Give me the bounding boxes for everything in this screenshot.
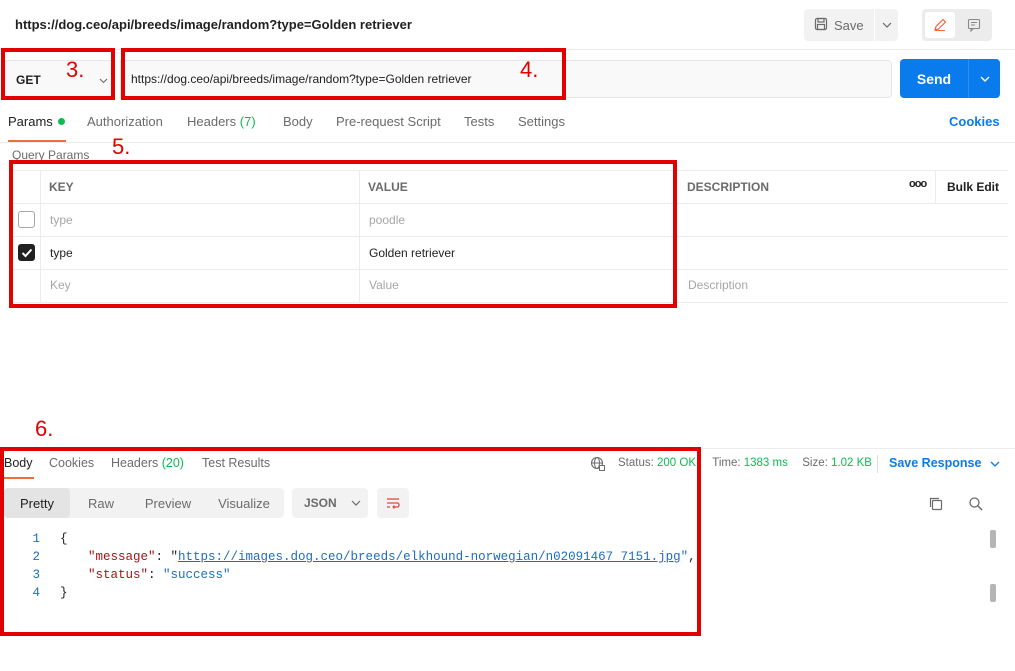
divider xyxy=(0,142,1015,143)
annotation-label-4: 4. xyxy=(520,57,539,82)
headers-count: (7) xyxy=(239,114,256,129)
search-icon[interactable] xyxy=(968,496,984,515)
params-active-dot xyxy=(57,118,65,125)
annotation-label-5: 5. xyxy=(112,134,131,159)
save-label: Save xyxy=(834,17,864,33)
divider xyxy=(877,455,878,473)
comment-icon xyxy=(967,18,981,32)
annotation-box-6 xyxy=(0,447,701,636)
request-title[interactable]: https://dog.ceo/api/breeds/image/random?… xyxy=(15,17,412,32)
send-button-group: Send xyxy=(900,59,1000,98)
tab-settings[interactable]: Settings xyxy=(518,114,565,138)
copy-icon[interactable] xyxy=(928,496,944,515)
cookies-link[interactable]: Cookies xyxy=(949,114,1000,129)
annotation-box-4 xyxy=(121,48,566,100)
pencil-icon xyxy=(934,18,947,31)
save-options-button[interactable] xyxy=(874,9,898,41)
bulk-edit-button[interactable]: Bulk Edit xyxy=(947,180,999,194)
scrollbar-thumb[interactable] xyxy=(990,584,996,602)
tab-params-label: Params xyxy=(8,114,53,129)
mode-toggle-group xyxy=(922,9,992,41)
comments-button[interactable] xyxy=(959,12,989,38)
send-button[interactable]: Send xyxy=(900,59,968,98)
annotation-box-3 xyxy=(1,48,115,100)
save-response-label: Save Response xyxy=(889,456,982,470)
annotation-label-6: 6. xyxy=(35,416,54,441)
tab-params[interactable]: Params xyxy=(8,114,65,138)
size-label: Size: xyxy=(802,457,828,469)
divider xyxy=(935,170,936,203)
chevron-down-icon xyxy=(980,76,989,82)
tab-headers-label: Headers xyxy=(187,114,237,129)
more-options-icon[interactable]: ooo xyxy=(909,178,927,190)
time-label: Time: xyxy=(712,457,741,469)
save-button[interactable]: Save xyxy=(804,9,872,41)
annotation-box-5 xyxy=(9,160,677,308)
chevron-down-icon xyxy=(990,461,1000,467)
time-value[interactable]: 1383 ms xyxy=(744,457,788,469)
new-param-description-input[interactable]: Description xyxy=(688,278,748,292)
edit-mode-button[interactable] xyxy=(925,12,955,38)
scrollbar-thumb[interactable] xyxy=(990,530,996,548)
tab-tests[interactable]: Tests xyxy=(464,114,494,138)
column-header-description: DESCRIPTION xyxy=(687,180,770,194)
chevron-down-icon xyxy=(882,22,891,28)
tab-body[interactable]: Body xyxy=(283,114,313,138)
tab-pre-request-script[interactable]: Pre-request Script xyxy=(336,114,441,138)
save-button-group: Save xyxy=(804,9,898,41)
size-value[interactable]: 1.02 KB xyxy=(831,457,872,469)
tab-headers[interactable]: Headers (7) xyxy=(187,114,256,138)
send-options-button[interactable] xyxy=(968,59,1000,98)
save-icon xyxy=(814,17,828,34)
save-response-button[interactable]: Save Response xyxy=(889,456,1000,470)
annotation-label-3: 3. xyxy=(66,57,85,82)
